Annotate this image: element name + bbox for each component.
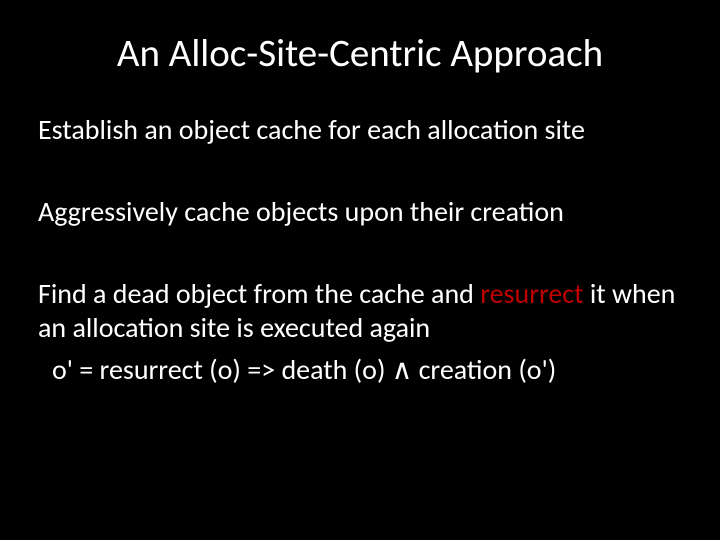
slide-title: An Alloc-Site-Centric Approach [38, 30, 682, 77]
formula-lhs: o' = resurrect (o) => death (o) [52, 352, 392, 387]
bullet-3-pre: Find a dead object from the cache and [38, 276, 480, 311]
bullet-3: Find a dead object from the cache and re… [38, 277, 682, 345]
slide: An Alloc-Site-Centric Approach Establish… [0, 0, 720, 540]
formula-rhs: creation (o') [412, 352, 556, 387]
and-symbol: ∧ [392, 355, 413, 386]
formula-line: o' = resurrect (o) => death (o) ∧ creati… [52, 352, 682, 388]
bullet-2: Aggressively cache objects upon their cr… [38, 195, 682, 229]
bullet-1: Establish an object cache for each alloc… [38, 113, 682, 147]
bullet-3-highlight: resurrect [480, 276, 583, 311]
